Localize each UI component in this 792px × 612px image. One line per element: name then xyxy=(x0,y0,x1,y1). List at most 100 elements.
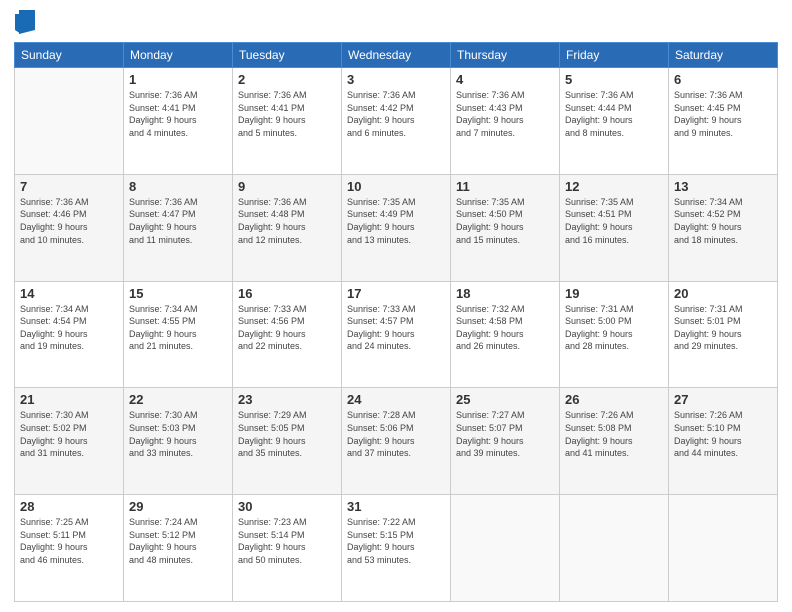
day-number: 6 xyxy=(674,72,772,87)
calendar-cell: 21Sunrise: 7:30 AM Sunset: 5:02 PM Dayli… xyxy=(15,388,124,495)
day-number: 2 xyxy=(238,72,336,87)
day-number: 23 xyxy=(238,392,336,407)
day-info: Sunrise: 7:36 AM Sunset: 4:42 PM Dayligh… xyxy=(347,89,445,139)
calendar-cell xyxy=(451,495,560,602)
day-info: Sunrise: 7:31 AM Sunset: 5:01 PM Dayligh… xyxy=(674,303,772,353)
day-number: 21 xyxy=(20,392,118,407)
day-info: Sunrise: 7:36 AM Sunset: 4:43 PM Dayligh… xyxy=(456,89,554,139)
calendar-header-monday: Monday xyxy=(124,43,233,68)
day-info: Sunrise: 7:34 AM Sunset: 4:55 PM Dayligh… xyxy=(129,303,227,353)
calendar-cell: 31 Sunrise: 7:22 AM Sunset: 5:15 PM Dayli… xyxy=(342,495,451,602)
day-number: 30 xyxy=(238,499,336,514)
calendar-cell xyxy=(15,68,124,175)
day-number: 9 xyxy=(238,179,336,194)
logo xyxy=(14,10,36,34)
day-info: Sunrise: 7:35 AM Sunset: 4:50 PM Dayligh… xyxy=(456,196,554,246)
calendar-header-saturday: Saturday xyxy=(669,43,778,68)
calendar-cell: 23 Sunrise: 7:29 AM Sunset: 5:05 PM Dayli… xyxy=(233,388,342,495)
calendar-week-2: 7Sunrise: 7:36 AM Sunset: 4:46 PM Daylig… xyxy=(15,174,778,281)
calendar-header-friday: Friday xyxy=(560,43,669,68)
day-number: 16 xyxy=(238,286,336,301)
day-info: Sunrise: 7:34 AM Sunset: 4:52 PM Dayligh… xyxy=(674,196,772,246)
day-info: Sunrise: 7:36 AM Sunset: 4:41 PM Dayligh… xyxy=(238,89,336,139)
calendar-cell: 18 Sunrise: 7:32 AM Sunset: 4:58 PM Dayli… xyxy=(451,281,560,388)
day-info: Sunrise: 7:22 AM Sunset: 5:15 PM Dayligh… xyxy=(347,516,445,566)
page: SundayMondayTuesdayWednesdayThursdayFrid… xyxy=(0,0,792,612)
day-info: Sunrise: 7:31 AM Sunset: 5:00 PM Dayligh… xyxy=(565,303,663,353)
logo-text xyxy=(14,10,36,34)
day-number: 10 xyxy=(347,179,445,194)
calendar-header-thursday: Thursday xyxy=(451,43,560,68)
calendar-cell: 14Sunrise: 7:34 AM Sunset: 4:54 PM Dayli… xyxy=(15,281,124,388)
day-info: Sunrise: 7:29 AM Sunset: 5:05 PM Dayligh… xyxy=(238,409,336,459)
header xyxy=(14,10,778,34)
calendar-cell: 25 Sunrise: 7:27 AM Sunset: 5:07 PM Dayli… xyxy=(451,388,560,495)
day-info: Sunrise: 7:33 AM Sunset: 4:56 PM Dayligh… xyxy=(238,303,336,353)
day-info: Sunrise: 7:34 AM Sunset: 4:54 PM Dayligh… xyxy=(20,303,118,353)
day-number: 27 xyxy=(674,392,772,407)
day-number: 8 xyxy=(129,179,227,194)
calendar-cell: 19Sunrise: 7:31 AM Sunset: 5:00 PM Dayli… xyxy=(560,281,669,388)
calendar-cell: 30Sunrise: 7:23 AM Sunset: 5:14 PM Dayli… xyxy=(233,495,342,602)
calendar-cell: 12 Sunrise: 7:35 AM Sunset: 4:51 PM Dayli… xyxy=(560,174,669,281)
day-info: Sunrise: 7:36 AM Sunset: 4:48 PM Dayligh… xyxy=(238,196,336,246)
day-number: 17 xyxy=(347,286,445,301)
day-number: 29 xyxy=(129,499,227,514)
logo-icon xyxy=(15,10,35,34)
day-number: 26 xyxy=(565,392,663,407)
day-number: 31 xyxy=(347,499,445,514)
day-info: Sunrise: 7:36 AM Sunset: 4:44 PM Dayligh… xyxy=(565,89,663,139)
day-info: Sunrise: 7:36 AM Sunset: 4:47 PM Dayligh… xyxy=(129,196,227,246)
calendar-cell: 29Sunrise: 7:24 AM Sunset: 5:12 PM Dayli… xyxy=(124,495,233,602)
day-number: 11 xyxy=(456,179,554,194)
calendar-cell: 10 Sunrise: 7:35 AM Sunset: 4:49 PM Dayli… xyxy=(342,174,451,281)
day-number: 24 xyxy=(347,392,445,407)
day-number: 22 xyxy=(129,392,227,407)
day-number: 4 xyxy=(456,72,554,87)
calendar-cell: 11 Sunrise: 7:35 AM Sunset: 4:50 PM Dayli… xyxy=(451,174,560,281)
day-info: Sunrise: 7:28 AM Sunset: 5:06 PM Dayligh… xyxy=(347,409,445,459)
calendar-cell: 3 Sunrise: 7:36 AM Sunset: 4:42 PM Daylig… xyxy=(342,68,451,175)
day-info: Sunrise: 7:32 AM Sunset: 4:58 PM Dayligh… xyxy=(456,303,554,353)
calendar-table: SundayMondayTuesdayWednesdayThursdayFrid… xyxy=(14,42,778,602)
day-number: 5 xyxy=(565,72,663,87)
day-info: Sunrise: 7:35 AM Sunset: 4:51 PM Dayligh… xyxy=(565,196,663,246)
day-info: Sunrise: 7:27 AM Sunset: 5:07 PM Dayligh… xyxy=(456,409,554,459)
calendar-header-tuesday: Tuesday xyxy=(233,43,342,68)
calendar-header-wednesday: Wednesday xyxy=(342,43,451,68)
calendar-cell: 2 Sunrise: 7:36 AM Sunset: 4:41 PM Daylig… xyxy=(233,68,342,175)
calendar-cell: 15 Sunrise: 7:34 AM Sunset: 4:55 PM Dayli… xyxy=(124,281,233,388)
calendar-week-3: 14Sunrise: 7:34 AM Sunset: 4:54 PM Dayli… xyxy=(15,281,778,388)
calendar-week-4: 21Sunrise: 7:30 AM Sunset: 5:02 PM Dayli… xyxy=(15,388,778,495)
calendar-cell: 27 Sunrise: 7:26 AM Sunset: 5:10 PM Dayli… xyxy=(669,388,778,495)
calendar-cell xyxy=(560,495,669,602)
day-number: 12 xyxy=(565,179,663,194)
calendar-cell: 28 Sunrise: 7:25 AM Sunset: 5:11 PM Dayli… xyxy=(15,495,124,602)
calendar-header-sunday: Sunday xyxy=(15,43,124,68)
calendar-cell: 5 Sunrise: 7:36 AM Sunset: 4:44 PM Daylig… xyxy=(560,68,669,175)
day-number: 15 xyxy=(129,286,227,301)
day-number: 20 xyxy=(674,286,772,301)
calendar-cell: 22 Sunrise: 7:30 AM Sunset: 5:03 PM Dayli… xyxy=(124,388,233,495)
calendar-cell: 17 Sunrise: 7:33 AM Sunset: 4:57 PM Dayli… xyxy=(342,281,451,388)
day-number: 28 xyxy=(20,499,118,514)
day-info: Sunrise: 7:36 AM Sunset: 4:41 PM Dayligh… xyxy=(129,89,227,139)
day-info: Sunrise: 7:36 AM Sunset: 4:45 PM Dayligh… xyxy=(674,89,772,139)
calendar-cell: 26 Sunrise: 7:26 AM Sunset: 5:08 PM Dayli… xyxy=(560,388,669,495)
day-info: Sunrise: 7:30 AM Sunset: 5:03 PM Dayligh… xyxy=(129,409,227,459)
day-info: Sunrise: 7:26 AM Sunset: 5:08 PM Dayligh… xyxy=(565,409,663,459)
day-number: 18 xyxy=(456,286,554,301)
day-number: 25 xyxy=(456,392,554,407)
calendar-cell: 8 Sunrise: 7:36 AM Sunset: 4:47 PM Daylig… xyxy=(124,174,233,281)
day-info: Sunrise: 7:26 AM Sunset: 5:10 PM Dayligh… xyxy=(674,409,772,459)
calendar-cell: 6 Sunrise: 7:36 AM Sunset: 4:45 PM Daylig… xyxy=(669,68,778,175)
day-number: 3 xyxy=(347,72,445,87)
day-info: Sunrise: 7:25 AM Sunset: 5:11 PM Dayligh… xyxy=(20,516,118,566)
calendar-cell: 7Sunrise: 7:36 AM Sunset: 4:46 PM Daylig… xyxy=(15,174,124,281)
calendar-cell: 16 Sunrise: 7:33 AM Sunset: 4:56 PM Dayli… xyxy=(233,281,342,388)
calendar-week-5: 28 Sunrise: 7:25 AM Sunset: 5:11 PM Dayli… xyxy=(15,495,778,602)
calendar-week-1: 1Sunrise: 7:36 AM Sunset: 4:41 PM Daylig… xyxy=(15,68,778,175)
day-info: Sunrise: 7:33 AM Sunset: 4:57 PM Dayligh… xyxy=(347,303,445,353)
day-info: Sunrise: 7:35 AM Sunset: 4:49 PM Dayligh… xyxy=(347,196,445,246)
day-number: 13 xyxy=(674,179,772,194)
